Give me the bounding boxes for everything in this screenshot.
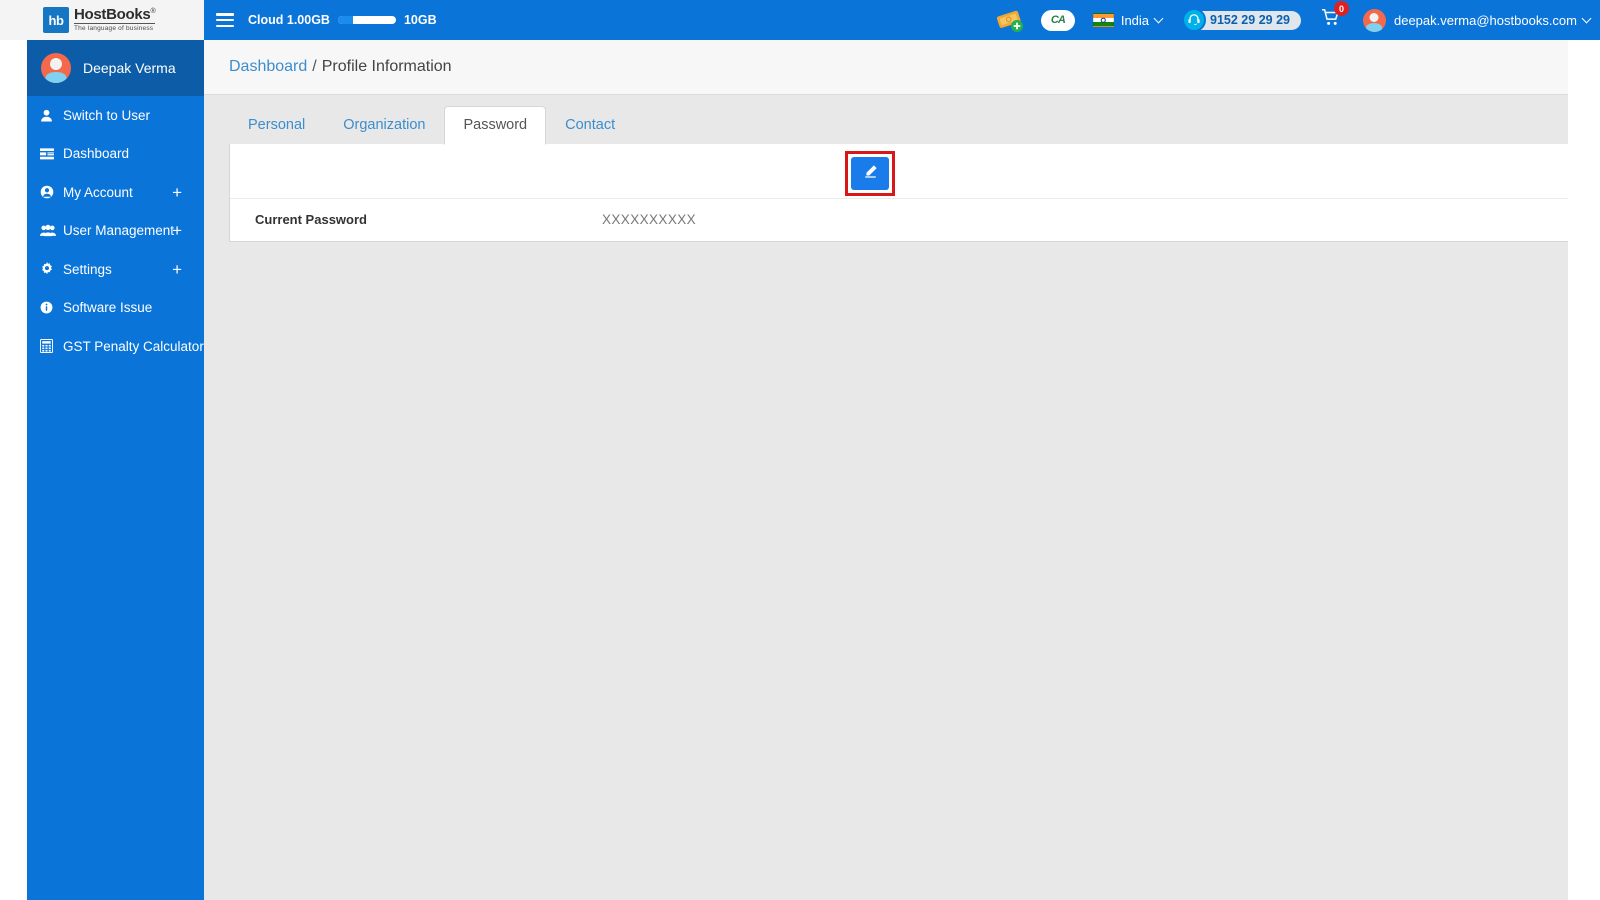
sidebar-left-rail <box>0 40 27 900</box>
edit-password-button[interactable] <box>851 157 889 190</box>
support-phone[interactable]: 9152 29 29 29 <box>1182 8 1301 32</box>
sidebar-item-my-account[interactable]: My Account + <box>27 173 204 212</box>
expand-plus-icon[interactable]: + <box>172 261 182 278</box>
info-icon <box>40 301 59 314</box>
sidebar-profile-name: Deepak Verma <box>83 60 176 76</box>
chevron-down-icon <box>1581 13 1592 24</box>
gear-icon <box>40 262 59 276</box>
india-flag-icon <box>1092 13 1114 27</box>
user-icon <box>40 109 59 122</box>
tab-organization[interactable]: Organization <box>324 106 444 145</box>
expand-plus-icon[interactable]: + <box>172 222 182 239</box>
expand-plus-icon[interactable]: + <box>172 184 182 201</box>
cloud-storage-label: Cloud 1.00GB <box>248 13 330 27</box>
country-selector[interactable]: India <box>1092 12 1164 28</box>
main-content: Dashboard / Profile Information Personal… <box>204 40 1600 900</box>
chevron-down-icon <box>1153 13 1164 24</box>
annotation-highlight-box <box>845 151 895 196</box>
support-phone-number: 9152 29 29 29 <box>1194 10 1301 30</box>
cloud-storage-max: 10GB <box>403 13 437 27</box>
current-password-label: Current Password <box>255 212 367 227</box>
application-window: hb HostBooks® The language of business C… <box>0 0 1600 900</box>
logo-tagline: The language of business <box>74 25 154 33</box>
breadcrumb-current: Profile Information <box>321 58 452 75</box>
sidebar-item-software-issue[interactable]: Software Issue <box>27 289 204 328</box>
shopping-cart-icon[interactable]: 0 <box>1321 1 1349 32</box>
sidebar-item-label: Software Issue <box>63 300 153 316</box>
sidebar-profile[interactable]: Deepak Verma <box>27 40 204 96</box>
tab-personal[interactable]: Personal <box>229 106 324 145</box>
account-circle-icon <box>40 185 59 199</box>
logo-badge-icon: hb <box>43 7 69 33</box>
breadcrumb-separator: / <box>312 58 317 75</box>
sidebar-item-label: My Account <box>63 184 133 200</box>
sidebar-item-label: User Management <box>63 223 175 239</box>
sidebar-item-switch-to-user[interactable]: Switch to User <box>27 96 204 135</box>
dashboard-icon <box>40 148 59 160</box>
sidebar-item-user-management[interactable]: User Management + <box>27 212 204 251</box>
logo-name: HostBooks® <box>74 6 156 25</box>
table-row: Current Password XXXXXXXXXX <box>230 199 1599 240</box>
top-header-bar: Cloud 1.00GB 10GB CA India 9152 29 29 29… <box>204 0 1600 40</box>
profile-tabs: Personal Organization Password Contact <box>204 105 1600 145</box>
sidebar-item-label: Dashboard <box>63 146 130 162</box>
user-email: deepak.verma@hostbooks.com <box>1393 12 1577 28</box>
cart-count-badge: 0 <box>1333 1 1349 16</box>
sidebar-item-label: Switch to User <box>63 107 151 123</box>
registered-mark: ® <box>150 8 156 16</box>
sidebar-item-dashboard[interactable]: Dashboard <box>27 135 204 174</box>
current-password-value: XXXXXXXXXX <box>602 212 697 227</box>
edit-button-wrapper <box>845 151 895 196</box>
avatar <box>1362 8 1386 32</box>
sidebar-item-gst-penalty-calculator[interactable]: GST Penalty Calculator <box>27 327 204 366</box>
pencil-edit-icon <box>863 164 878 184</box>
ca-badge-text: CA <box>1050 14 1066 26</box>
password-panel: Current Password XXXXXXXXXX <box>229 144 1600 242</box>
tab-contact[interactable]: Contact <box>546 106 634 145</box>
tab-password[interactable]: Password <box>444 105 547 145</box>
sidebar-content: Deepak Verma Switch to User Dashboard My… <box>27 40 204 900</box>
logo-wordmark: HostBooks® The language of business <box>74 6 156 33</box>
sidebar: Deepak Verma Switch to User Dashboard My… <box>0 40 204 900</box>
hamburger-icon[interactable] <box>216 13 234 27</box>
breadcrumb-dashboard-link[interactable]: Dashboard <box>229 58 307 76</box>
country-name: India <box>1120 12 1150 28</box>
sidebar-item-settings[interactable]: Settings + <box>27 250 204 289</box>
ca-badge-icon[interactable]: CA <box>1040 9 1075 31</box>
user-menu[interactable]: deepak.verma@hostbooks.com <box>1362 8 1600 32</box>
breadcrumb: Dashboard / Profile Information <box>204 40 1600 95</box>
sidebar-item-label: Settings <box>63 261 112 277</box>
headset-icon <box>1182 8 1207 32</box>
avatar <box>41 53 71 83</box>
brand-logo[interactable]: hb HostBooks® The language of business <box>0 0 204 40</box>
logo-badge-text: hb <box>48 12 64 28</box>
scrollbar-gutter[interactable] <box>1568 40 1600 900</box>
users-group-icon <box>40 224 59 237</box>
cloud-storage-progressbar <box>337 16 396 24</box>
panel-toolbar <box>230 144 1599 199</box>
sidebar-item-label: GST Penalty Calculator <box>63 338 204 354</box>
cloud-storage-fill <box>337 16 354 24</box>
calculator-icon <box>40 339 59 354</box>
add-ticket-icon[interactable] <box>993 3 1027 37</box>
